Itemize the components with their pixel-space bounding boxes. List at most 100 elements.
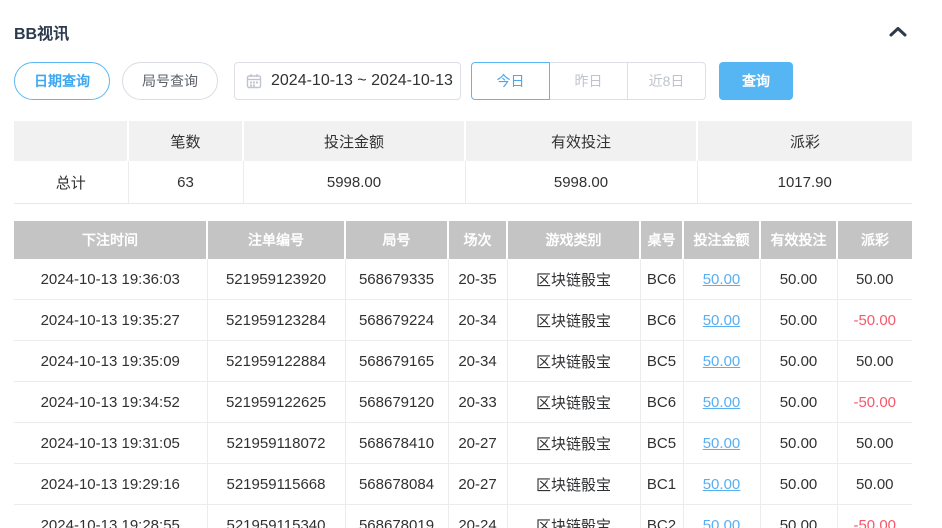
cell-order-id: 521959123920 xyxy=(207,259,345,300)
bet-amount-link[interactable]: 50.00 xyxy=(703,312,741,329)
cell-session: 20-27 xyxy=(448,423,507,464)
cell-valid-bet: 50.00 xyxy=(760,341,837,382)
cell-bet-time: 2024-10-13 19:36:03 xyxy=(14,259,207,300)
cell-payout: 50.00 xyxy=(837,259,912,300)
cell-round-id: 568679224 xyxy=(345,300,448,341)
bets-table: 下注时间注单编号局号场次游戏类别桌号投注金额有效投注派彩 2024-10-13 … xyxy=(14,221,912,528)
quick-range-yesterday[interactable]: 昨日 xyxy=(549,62,628,100)
cell-game-type: 区块链骰宝 xyxy=(507,464,640,505)
quick-range-last8days[interactable]: 近8日 xyxy=(627,62,706,100)
bet-amount-link[interactable]: 50.00 xyxy=(703,353,741,370)
summary-header-row: 笔数 投注金额 有效投注 派彩 xyxy=(14,121,912,161)
bet-amount-link[interactable]: 50.00 xyxy=(703,476,741,493)
cell-valid-bet: 50.00 xyxy=(760,300,837,341)
cell-game-type: 区块链骰宝 xyxy=(507,423,640,464)
search-button[interactable]: 查询 xyxy=(719,62,793,100)
column-header-bet-time: 下注时间 xyxy=(14,221,207,259)
summary-header-count: 笔数 xyxy=(128,121,243,161)
cell-game-type: 区块链骰宝 xyxy=(507,300,640,341)
cell-round-id: 568679335 xyxy=(345,259,448,300)
cell-round-id: 568679120 xyxy=(345,382,448,423)
date-range-input[interactable]: 2024-10-13 ~ 2024-10-13 xyxy=(234,62,461,100)
cell-session: 20-33 xyxy=(448,382,507,423)
cell-bet-amount: 50.00 xyxy=(683,259,760,300)
table-row: 2024-10-13 19:31:05521959118072568678410… xyxy=(14,423,912,464)
bets-table-body: 2024-10-13 19:36:03521959123920568679335… xyxy=(14,259,912,528)
collapse-button[interactable] xyxy=(888,25,908,39)
cell-order-id: 521959123284 xyxy=(207,300,345,341)
cell-order-id: 521959115668 xyxy=(207,464,345,505)
cell-valid-bet: 50.00 xyxy=(760,382,837,423)
column-header-bet-amount: 投注金额 xyxy=(683,221,760,259)
cell-bet-time: 2024-10-13 19:28:55 xyxy=(14,505,207,528)
summary-header-payout: 派彩 xyxy=(697,121,912,161)
filter-bar: 日期查询 局号查询 2024-10-13 ~ 2024-10-13 今日 xyxy=(14,62,912,100)
column-header-valid-bet: 有效投注 xyxy=(760,221,837,259)
bet-amount-link[interactable]: 50.00 xyxy=(703,435,741,452)
summary-header-empty xyxy=(14,121,128,161)
table-row: 2024-10-13 19:29:16521959115668568678084… xyxy=(14,464,912,505)
bet-amount-link[interactable]: 50.00 xyxy=(703,394,741,411)
summary-total-row: 总计 63 5998.00 5998.00 1017.90 xyxy=(14,161,912,204)
date-range-value: 2024-10-13 ~ 2024-10-13 xyxy=(271,72,453,90)
column-header-session: 场次 xyxy=(448,221,507,259)
summary-table: 笔数 投注金额 有效投注 派彩 总计 63 5998.00 5998.00 10… xyxy=(14,121,912,204)
cell-table-id: BC5 xyxy=(640,341,683,382)
cell-payout: 50.00 xyxy=(837,464,912,505)
bet-amount-link[interactable]: 50.00 xyxy=(703,517,741,528)
cell-bet-amount: 50.00 xyxy=(683,382,760,423)
tab-round-query[interactable]: 局号查询 xyxy=(122,62,218,100)
cell-round-id: 568678410 xyxy=(345,423,448,464)
table-row: 2024-10-13 19:35:09521959122884568679165… xyxy=(14,341,912,382)
cell-bet-time: 2024-10-13 19:34:52 xyxy=(14,382,207,423)
quick-range-group: 今日 昨日 近8日 xyxy=(471,62,706,100)
cell-bet-time: 2024-10-13 19:35:09 xyxy=(14,341,207,382)
column-header-payout: 派彩 xyxy=(837,221,912,259)
cell-payout: -50.00 xyxy=(837,505,912,528)
cell-table-id: BC6 xyxy=(640,382,683,423)
cell-order-id: 521959122884 xyxy=(207,341,345,382)
summary-header-valid-bet: 有效投注 xyxy=(465,121,697,161)
cell-payout: 50.00 xyxy=(837,341,912,382)
table-row: 2024-10-13 19:28:55521959115340568678019… xyxy=(14,505,912,528)
cell-round-id: 568678084 xyxy=(345,464,448,505)
cell-table-id: BC6 xyxy=(640,300,683,341)
table-row: 2024-10-13 19:34:52521959122625568679120… xyxy=(14,382,912,423)
cell-table-id: BC5 xyxy=(640,423,683,464)
cell-bet-time: 2024-10-13 19:35:27 xyxy=(14,300,207,341)
column-header-table-id: 桌号 xyxy=(640,221,683,259)
quick-range-today[interactable]: 今日 xyxy=(471,62,550,100)
cell-game-type: 区块链骰宝 xyxy=(507,505,640,528)
cell-session: 20-34 xyxy=(448,341,507,382)
cell-game-type: 区块链骰宝 xyxy=(507,259,640,300)
bets-header-row: 下注时间注单编号局号场次游戏类别桌号投注金额有效投注派彩 xyxy=(14,221,912,259)
cell-bet-time: 2024-10-13 19:29:16 xyxy=(14,464,207,505)
cell-valid-bet: 50.00 xyxy=(760,464,837,505)
bet-amount-link[interactable]: 50.00 xyxy=(703,271,741,288)
summary-total-count: 63 xyxy=(128,161,243,204)
cell-game-type: 区块链骰宝 xyxy=(507,382,640,423)
summary-total-valid-bet: 5998.00 xyxy=(465,161,697,204)
cell-order-id: 521959118072 xyxy=(207,423,345,464)
cell-bet-amount: 50.00 xyxy=(683,341,760,382)
cell-round-id: 568679165 xyxy=(345,341,448,382)
cell-round-id: 568678019 xyxy=(345,505,448,528)
cell-bet-amount: 50.00 xyxy=(683,464,760,505)
cell-valid-bet: 50.00 xyxy=(760,259,837,300)
column-header-round-id: 局号 xyxy=(345,221,448,259)
cell-order-id: 521959115340 xyxy=(207,505,345,528)
cell-table-id: BC1 xyxy=(640,464,683,505)
summary-total-payout: 1017.90 xyxy=(697,161,912,204)
cell-payout: -50.00 xyxy=(837,382,912,423)
cell-session: 20-34 xyxy=(448,300,507,341)
cell-order-id: 521959122625 xyxy=(207,382,345,423)
chevron-up-icon xyxy=(888,25,908,39)
table-row: 2024-10-13 19:35:27521959123284568679224… xyxy=(14,300,912,341)
tab-date-query[interactable]: 日期查询 xyxy=(14,62,110,100)
cell-session: 20-27 xyxy=(448,464,507,505)
cell-bet-amount: 50.00 xyxy=(683,423,760,464)
column-header-game-type: 游戏类别 xyxy=(507,221,640,259)
table-row: 2024-10-13 19:36:03521959123920568679335… xyxy=(14,259,912,300)
cell-table-id: BC6 xyxy=(640,259,683,300)
cell-game-type: 区块链骰宝 xyxy=(507,341,640,382)
